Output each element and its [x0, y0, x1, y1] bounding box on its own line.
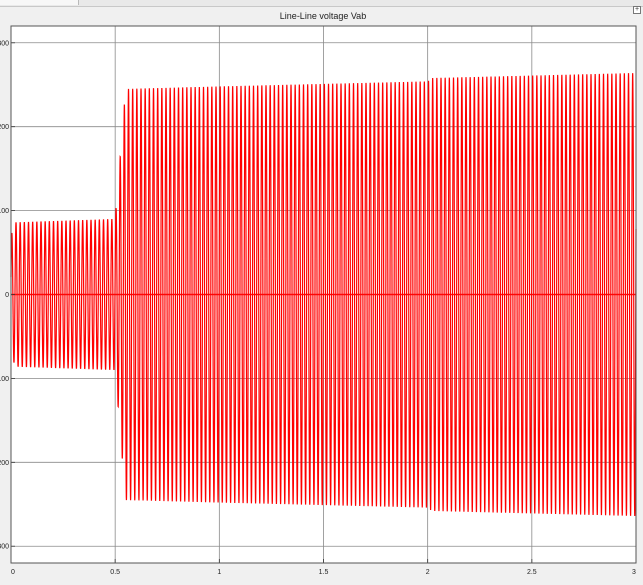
x-tick-label: 0.5: [110, 569, 120, 576]
y-tick-label: 200: [0, 124, 9, 131]
y-tick-label: 0: [5, 292, 9, 299]
x-tick-label: 1.5: [319, 569, 329, 576]
y-tick-label: -100: [0, 376, 9, 383]
x-tick-label: 1: [217, 569, 221, 576]
x-tick-label: 2.5: [527, 569, 537, 576]
y-tick-label: -300: [0, 544, 9, 551]
chart-title: Line-Line voltage Vab: [280, 11, 366, 21]
x-tick-label: 0: [11, 569, 15, 576]
y-tick-label: -200: [0, 460, 9, 467]
x-tick-label: 3: [632, 569, 636, 576]
scope-chart: Line-Line voltage Vab 0 0.5 1 1.5 2 2.5 3 300 2…: [0, 11, 637, 576]
y-tick-label: 300: [0, 40, 9, 47]
x-tick-label: 2: [426, 569, 430, 576]
y-tick-label: 100: [0, 208, 9, 215]
